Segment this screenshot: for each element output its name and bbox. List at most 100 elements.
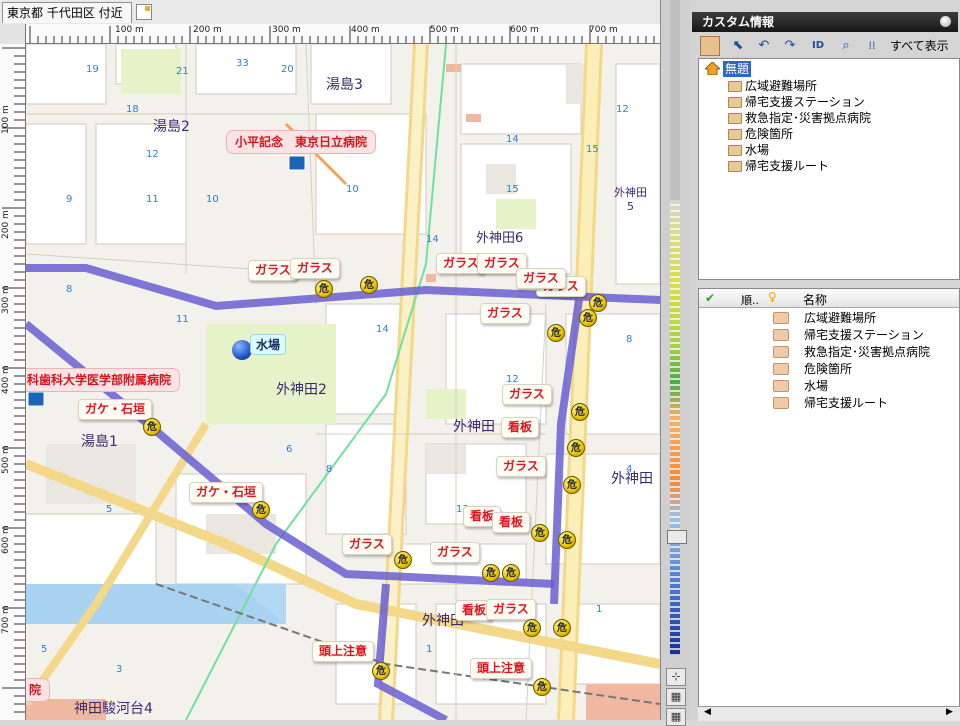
danger-marker-icon[interactable]: 危 xyxy=(533,678,551,696)
danger-marker-icon[interactable]: 危 xyxy=(143,418,161,436)
water-point-label[interactable]: 水場 xyxy=(250,334,287,355)
folder-icon xyxy=(728,145,742,156)
hazard-label[interactable]: ガラス xyxy=(496,456,546,477)
show-all-icon[interactable]: ⁞⁞ xyxy=(862,36,882,56)
folder-icon xyxy=(728,97,742,108)
danger-marker-icon[interactable]: 危 xyxy=(567,439,585,457)
list-item[interactable]: 危険箇所 xyxy=(804,361,852,377)
tree-item[interactable]: 広域避難場所 xyxy=(745,78,817,94)
panel-title: カスタム情報 xyxy=(692,12,958,32)
list-item[interactable]: 水場 xyxy=(804,378,828,394)
danger-marker-icon[interactable]: 危 xyxy=(360,276,378,294)
ruler-label: 600 m xyxy=(1,525,11,554)
area-label: 外神田6 xyxy=(476,231,524,246)
id-edit-icon[interactable]: ID xyxy=(808,36,828,56)
list-item[interactable]: 救急指定･災害拠点病院 xyxy=(804,344,930,360)
splitter-grip[interactable] xyxy=(670,0,680,200)
danger-marker-icon[interactable]: 危 xyxy=(558,531,576,549)
ruler-label: 300 m xyxy=(1,285,11,314)
move-icon[interactable]: ⬉ xyxy=(728,36,748,56)
hospital-label[interactable]: 院 xyxy=(26,678,51,702)
new-document-icon[interactable] xyxy=(136,4,152,20)
list-item[interactable]: 帰宅支援ステーション xyxy=(804,327,924,343)
folder-icon xyxy=(773,380,789,392)
ruler-label: 500 m xyxy=(1,445,11,474)
danger-marker-icon[interactable]: 危 xyxy=(315,280,333,298)
danger-marker-icon[interactable]: 危 xyxy=(553,619,571,637)
tree-item[interactable]: 危険箇所 xyxy=(745,126,793,142)
tree-root[interactable]: 無題 xyxy=(723,61,752,77)
grid-layout-icon[interactable]: ▦ xyxy=(666,708,686,726)
scroll-left-icon[interactable]: ◀ xyxy=(704,707,711,717)
danger-marker-icon[interactable]: 危 xyxy=(394,551,412,569)
ruler-label: 600 m xyxy=(510,25,539,35)
list-item[interactable]: 帰宅支援ルート xyxy=(804,395,888,411)
zoom-slider-track[interactable] xyxy=(668,200,682,655)
hazard-label[interactable]: ガラス xyxy=(502,384,552,405)
hazard-label[interactable]: 頭上注意 xyxy=(312,641,375,662)
checkmark-icon[interactable]: ✔ xyxy=(705,291,715,305)
list-item[interactable]: 広域避難場所 xyxy=(804,310,876,326)
danger-marker-icon[interactable]: 危 xyxy=(531,524,549,542)
map-canvas[interactable]: 19 21 33 20 18 12 11 10 9 8 11 14 10 14 … xyxy=(26,44,660,720)
scroll-right-icon[interactable]: ▶ xyxy=(946,707,953,717)
ruler-label: 100 m xyxy=(1,105,11,134)
search-icon[interactable]: ⌕ xyxy=(836,36,856,56)
bulb-icon[interactable]: ♀ xyxy=(768,290,777,304)
folder-icon[interactable] xyxy=(700,36,720,56)
zoom-slider-thumb[interactable] xyxy=(667,530,687,544)
tree-item[interactable]: 水場 xyxy=(745,142,769,158)
hazard-label[interactable]: ガラス xyxy=(486,599,536,620)
locate-icon[interactable]: ⊹ xyxy=(666,668,686,686)
undo-icon[interactable]: ↶ xyxy=(754,36,774,56)
danger-marker-icon[interactable]: 危 xyxy=(523,619,541,637)
folder-icon xyxy=(773,397,789,409)
hazard-label[interactable]: ガケ・石垣 xyxy=(78,399,153,420)
ruler-label: 700 m xyxy=(1,605,11,634)
hospital-label[interactable]: 小平記念 東京日立病院 xyxy=(226,130,377,154)
horizontal-scrollbar[interactable]: ◀ ▶ xyxy=(698,706,960,721)
hazard-label[interactable]: ガラス xyxy=(342,534,392,555)
hazard-label[interactable]: ガケ・石垣 xyxy=(189,482,264,503)
folder-icon xyxy=(728,161,742,172)
area-label: 外神田 xyxy=(453,419,495,435)
area-label: 神田駿河台4 xyxy=(74,701,153,717)
danger-marker-icon[interactable]: 危 xyxy=(571,403,589,421)
panel-close-icon[interactable] xyxy=(940,16,951,27)
ruler-label: 200 m xyxy=(193,25,222,35)
danger-marker-icon[interactable]: 危 xyxy=(372,662,390,680)
tree-item[interactable]: 救急指定･災害拠点病院 xyxy=(745,110,871,126)
hazard-label[interactable]: ガラス xyxy=(516,268,566,289)
redo-icon[interactable]: ↷ xyxy=(780,36,800,56)
name-column-header[interactable]: 名称 xyxy=(803,291,827,308)
tree-item[interactable]: 帰宅支援ステーション xyxy=(745,94,865,110)
hazard-label[interactable]: ガラス xyxy=(430,542,480,563)
ruler-label: 400 m xyxy=(1,365,11,394)
order-column-header[interactable]: 順.. xyxy=(741,292,759,308)
danger-marker-icon[interactable]: 危 xyxy=(482,564,500,582)
area-label: 外神田2 xyxy=(276,382,327,398)
water-point-icon[interactable] xyxy=(232,340,252,360)
danger-marker-icon[interactable]: 危 xyxy=(579,309,597,327)
show-all-button[interactable]: すべて表示 xyxy=(890,37,949,54)
danger-marker-icon[interactable]: 危 xyxy=(563,476,581,494)
grid-view-icon[interactable]: ▦ xyxy=(666,688,686,706)
tree-item[interactable]: 帰宅支援ルート xyxy=(745,158,829,174)
folder-icon xyxy=(773,346,789,358)
horizontal-ruler: 100 m 200 m 300 m 400 m 500 m 600 m 700 … xyxy=(0,24,660,44)
danger-marker-icon[interactable]: 危 xyxy=(547,324,565,342)
hazard-label[interactable]: 看板 xyxy=(501,417,540,438)
folder-icon xyxy=(728,81,742,92)
danger-marker-icon[interactable]: 危 xyxy=(252,501,270,519)
area-label: 湯島3 xyxy=(326,77,363,93)
map-document-tab[interactable]: 東京都 千代田区 付近 xyxy=(2,2,132,23)
hazard-label[interactable]: ガラス xyxy=(290,258,340,279)
hazard-label[interactable]: 頭上注意 xyxy=(470,658,533,679)
hazard-label[interactable]: ガラス xyxy=(480,303,530,324)
hazard-label[interactable]: 看板 xyxy=(492,512,531,533)
danger-marker-icon[interactable]: 危 xyxy=(502,564,520,582)
ruler-label: 500 m xyxy=(430,25,459,35)
folder-icon xyxy=(728,129,742,140)
zoom-scale-graphic xyxy=(670,200,680,655)
hospital-label[interactable]: 科歯科大学医学部附属病院 xyxy=(26,368,181,392)
